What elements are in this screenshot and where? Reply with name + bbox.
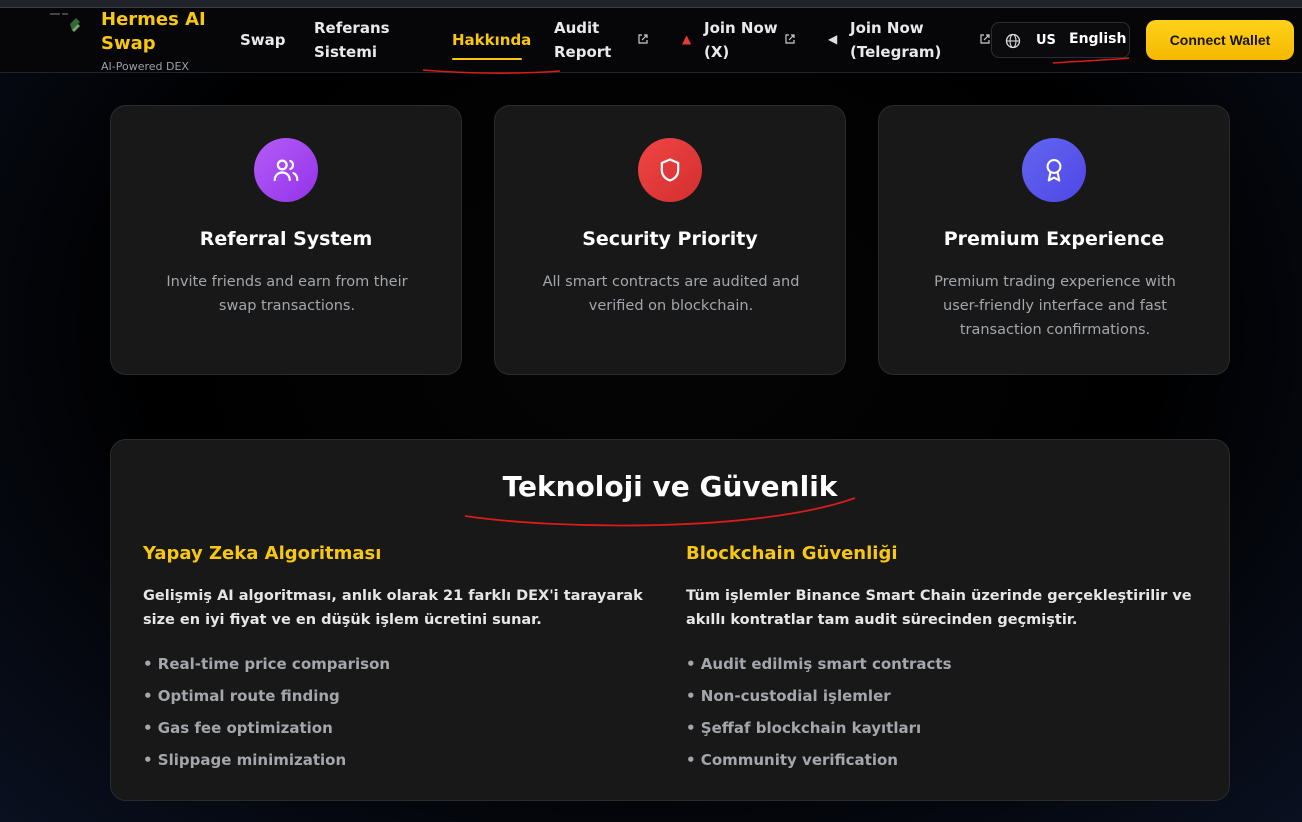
feature-card-referral: Referral System Invite friends and earn … xyxy=(110,105,462,375)
nav-join-x[interactable]: Join Now (X) xyxy=(704,16,784,64)
column-text: Gelişmiş AI algoritması, anlık olarak 21… xyxy=(143,588,643,628)
brand-subtitle: AI-Powered DEX xyxy=(101,60,189,73)
panel-title: Teknoloji ve Güvenlik xyxy=(502,470,838,503)
list-item: • Real-time price comparison xyxy=(143,655,391,673)
feature-description: Premium trading experience with user-fri… xyxy=(934,274,1176,338)
nav-join-telegram[interactable]: Join Now (Telegram) xyxy=(850,16,960,64)
list-item: • Audit edilmiş smart contracts xyxy=(686,655,952,673)
feature-card-premium: Premium Experience Premium trading exper… xyxy=(878,105,1230,375)
external-link-icon xyxy=(785,34,795,44)
column-heading: Blockchain Güvenliği xyxy=(686,543,898,564)
external-link-icon xyxy=(638,34,648,44)
browser-top-strip xyxy=(0,0,1302,8)
logo-icon xyxy=(50,13,80,32)
technology-security-panel: Teknoloji ve Güvenlik Yapay Zeka Algorit… xyxy=(110,439,1230,801)
feature-card-security: Security Priority All smart contracts ar… xyxy=(494,105,846,375)
feature-list: • Real-time price comparison • Optimal r… xyxy=(143,648,663,776)
list-item: • Optimal route finding xyxy=(143,687,340,705)
column-heading: Yapay Zeka Algoritması xyxy=(143,543,382,564)
language-flag: US xyxy=(1036,33,1056,48)
blockchain-security-column: Blockchain Güvenliği Tüm işlemler Binanc… xyxy=(686,542,1206,776)
globe-icon xyxy=(1005,33,1021,49)
ai-algorithm-column: Yapay Zeka Algoritması Gelişmiş AI algor… xyxy=(143,542,663,776)
list-item: • Şeffaf blockchain kayıtları xyxy=(686,719,922,737)
external-link-icon xyxy=(980,34,990,44)
column-text: Tüm işlemler Binance Smart Chain üzerind… xyxy=(686,588,1192,628)
nav-audit-report[interactable]: Audit Report xyxy=(554,16,624,64)
feature-list: • Audit edilmiş smart contracts • Non-cu… xyxy=(686,648,1206,776)
nav-active-indicator xyxy=(452,58,522,60)
feature-description: Invite friends and earn from their swap … xyxy=(166,274,408,314)
nav-swap[interactable]: Swap xyxy=(240,28,286,52)
language-label: English xyxy=(1069,31,1127,47)
feature-title: Security Priority xyxy=(582,228,758,250)
x-bird-icon: ▲ xyxy=(682,32,692,46)
users-icon xyxy=(254,138,318,202)
list-item: • Slippage minimization xyxy=(143,751,347,769)
list-item: • Non-custodial işlemler xyxy=(686,687,891,705)
connect-wallet-button[interactable]: Connect Wallet xyxy=(1146,20,1294,60)
brand[interactable]: Hermes AI Swap AI-Powered DEX xyxy=(101,8,221,74)
feature-description: All smart contracts are audited and veri… xyxy=(542,274,800,314)
shield-icon xyxy=(638,138,702,202)
award-icon xyxy=(1022,138,1086,202)
feature-title: Referral System xyxy=(199,228,373,250)
list-item: • Community verification xyxy=(686,751,898,769)
brand-title: Hermes AI Swap xyxy=(101,9,206,54)
nav-about[interactable]: Hakkında xyxy=(452,28,531,52)
language-selector[interactable]: US English xyxy=(991,22,1130,58)
list-item: • Gas fee optimization xyxy=(143,719,333,737)
megaphone-icon: ◀ xyxy=(828,32,838,46)
feature-title: Premium Experience xyxy=(943,228,1165,250)
site-header: Hermes AI Swap AI-Powered DEX Swap Refer… xyxy=(0,8,1302,73)
nav-referral[interactable]: Referans Sistemi xyxy=(314,16,404,64)
